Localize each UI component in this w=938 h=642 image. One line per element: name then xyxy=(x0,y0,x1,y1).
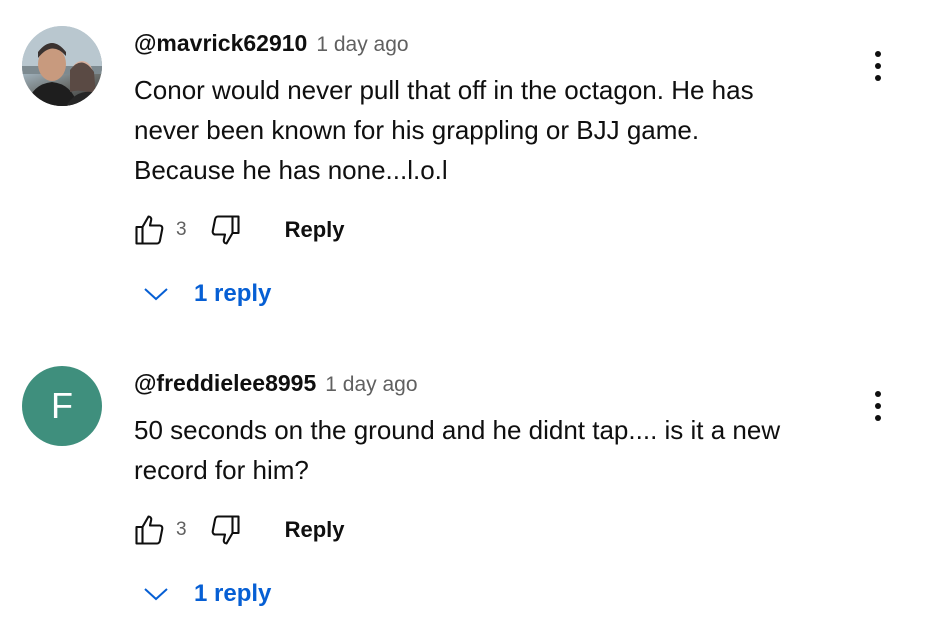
thumbs-down-icon xyxy=(211,215,240,245)
menu-dot xyxy=(875,51,881,57)
menu-dot xyxy=(875,63,881,69)
avatar[interactable]: F xyxy=(22,366,102,446)
like-count: 3 xyxy=(176,519,187,540)
comment-thread: @mavrick62910 1 day ago Conor would neve… xyxy=(0,0,938,330)
comment-text: Conor would never pull that off in the o… xyxy=(134,75,754,185)
dislike-button[interactable] xyxy=(205,210,245,250)
avatar-photo-icon xyxy=(22,26,102,106)
comment-timestamp[interactable]: 1 day ago xyxy=(325,373,417,397)
view-replies-button[interactable]: 1 reply xyxy=(142,280,271,308)
more-vert-icon[interactable] xyxy=(866,386,890,426)
thumbs-up-icon xyxy=(135,215,164,245)
menu-dot xyxy=(875,75,881,81)
comment-timestamp[interactable]: 1 day ago xyxy=(316,33,408,57)
thumbs-down-icon xyxy=(211,515,240,545)
menu-dot xyxy=(875,403,881,409)
like-button[interactable] xyxy=(130,210,170,250)
comment-header: @freddielee8995 1 day ago xyxy=(134,370,418,397)
comment-actions: 3 Reply xyxy=(130,510,345,550)
thumbs-up-icon xyxy=(135,515,164,545)
comment-header: @mavrick62910 1 day ago xyxy=(134,30,409,57)
comment-author[interactable]: @mavrick62910 xyxy=(134,30,307,57)
reply-button[interactable]: Reply xyxy=(285,517,345,543)
comment-thread: F @freddielee8995 1 day ago 50 seconds o… xyxy=(0,340,938,640)
comment-author[interactable]: @freddielee8995 xyxy=(134,370,316,397)
chevron-down-icon xyxy=(144,288,168,301)
menu-dot xyxy=(875,391,881,397)
dislike-button[interactable] xyxy=(205,510,245,550)
avatar-letter: F xyxy=(51,385,73,426)
replies-count-label: 1 reply xyxy=(194,280,272,307)
chevron-down-icon xyxy=(144,588,168,601)
like-button[interactable] xyxy=(130,510,170,550)
replies-count-label: 1 reply xyxy=(194,580,272,607)
view-replies-button[interactable]: 1 reply xyxy=(142,580,271,608)
comment-text: 50 seconds on the ground and he didnt ta… xyxy=(134,415,781,485)
avatar[interactable] xyxy=(22,26,102,106)
like-count: 3 xyxy=(176,219,187,240)
comment-actions: 3 Reply xyxy=(130,210,345,250)
more-vert-icon[interactable] xyxy=(866,46,890,86)
menu-dot xyxy=(875,415,881,421)
reply-button[interactable]: Reply xyxy=(285,217,345,243)
